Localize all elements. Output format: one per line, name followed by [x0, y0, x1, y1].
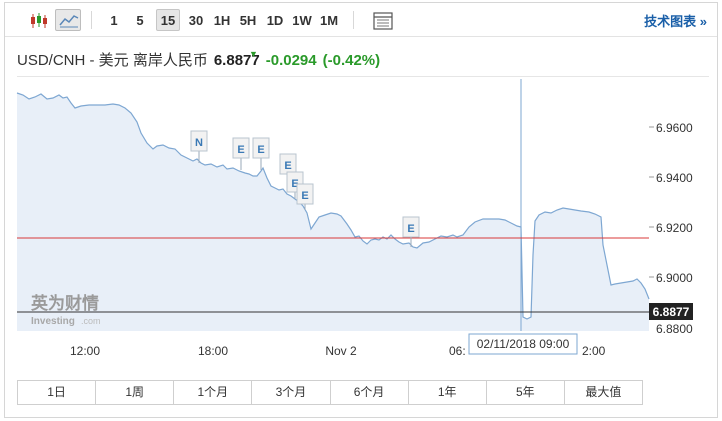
watermark-cn-text: 英为财情 — [31, 293, 99, 314]
range-1w-button[interactable]: 1周 — [96, 381, 175, 404]
line-chart-icon[interactable] — [55, 9, 81, 31]
svg-text:E: E — [237, 144, 244, 156]
instrument-name: USD/CNH - 美元 离岸人民币 — [17, 52, 208, 69]
range-5y-button[interactable]: 5年 — [487, 381, 565, 404]
current-price-tag: 6.8877 — [649, 303, 693, 320]
price-change-percent: (-0.42%) — [322, 52, 381, 69]
toolbar-divider — [91, 11, 92, 29]
y-tick-label: 6.9200 — [656, 221, 693, 235]
table-view-icon[interactable] — [369, 9, 395, 31]
chart-widget: 1 5 15 30 1H 5H 1D 1W 1M 技术图表 » USD/CNH … — [4, 2, 718, 418]
svg-text:E: E — [407, 223, 414, 235]
interval-1w-button[interactable]: 1W — [289, 9, 315, 31]
y-tick-label: 6.9000 — [656, 271, 693, 285]
technical-chart-link[interactable]: 技术图表 » — [644, 11, 707, 30]
interval-1m-button[interactable]: 1M — [317, 9, 341, 31]
range-1m-button[interactable]: 1个月 — [174, 381, 253, 404]
svg-text:02/11/2018 09:00: 02/11/2018 09:00 — [477, 337, 570, 351]
svg-text:N: N — [195, 137, 203, 149]
hover-date-tooltip: 02/11/2018 09:00 — [468, 333, 578, 355]
watermark-en-text: Investing — [31, 316, 75, 327]
x-tick-label: 06: — [449, 344, 466, 358]
interval-1-button[interactable]: 1 — [105, 9, 123, 31]
interval-1d-button[interactable]: 1D — [263, 9, 287, 31]
x-tick-label: Nov 2 — [325, 344, 357, 358]
watermark-suffix-text: .com — [81, 316, 101, 326]
range-1d-button[interactable]: 1日 — [18, 381, 97, 404]
chart-toolbar: 1 5 15 30 1H 5H 1D 1W 1M 技术图表 » — [5, 3, 717, 37]
interval-1h-button[interactable]: 1H — [210, 9, 234, 31]
svg-text:6.8877: 6.8877 — [653, 305, 690, 319]
range-3m-button[interactable]: 3个月 — [252, 381, 331, 404]
y-tick-label: 6.9400 — [656, 171, 693, 185]
interval-30-button[interactable]: 30 — [184, 9, 208, 31]
interval-5-button[interactable]: 5 — [131, 9, 149, 31]
quote-header: USD/CNH - 美元 离岸人民币 6.8877 -0.0294 (-0.42%) … — [17, 49, 380, 70]
price-chart[interactable]: 英为财情 Investing .com N E E E E E E 6.9600… — [5, 77, 717, 377]
range-max-button[interactable]: 最大值 — [565, 381, 642, 404]
svg-text:E: E — [257, 144, 264, 156]
time-range-selector: 1日 1周 1个月 3个月 6个月 1年 5年 最大值 — [17, 380, 643, 405]
toolbar-divider — [353, 11, 354, 29]
up-arrow-icon: ▼ — [249, 49, 258, 59]
watermark-logo: 英为财情 Investing .com — [31, 293, 101, 327]
x-tick-label: 12:00 — [70, 344, 100, 358]
range-6m-button[interactable]: 6个月 — [331, 381, 409, 404]
price-change: -0.0294 — [265, 52, 317, 69]
y-tick-label: 6.8800 — [656, 322, 693, 336]
candlestick-icon[interactable] — [25, 9, 51, 31]
svg-text:E: E — [301, 190, 308, 202]
interval-5h-button[interactable]: 5H — [236, 9, 260, 31]
x-tick-label: 18:00 — [198, 344, 228, 358]
svg-text:E: E — [284, 160, 291, 172]
y-tick-label: 6.9600 — [656, 121, 693, 135]
interval-15-button[interactable]: 15 — [156, 9, 180, 31]
range-1y-button[interactable]: 1年 — [409, 381, 487, 404]
x-tick-label: 2:00 — [582, 344, 606, 358]
